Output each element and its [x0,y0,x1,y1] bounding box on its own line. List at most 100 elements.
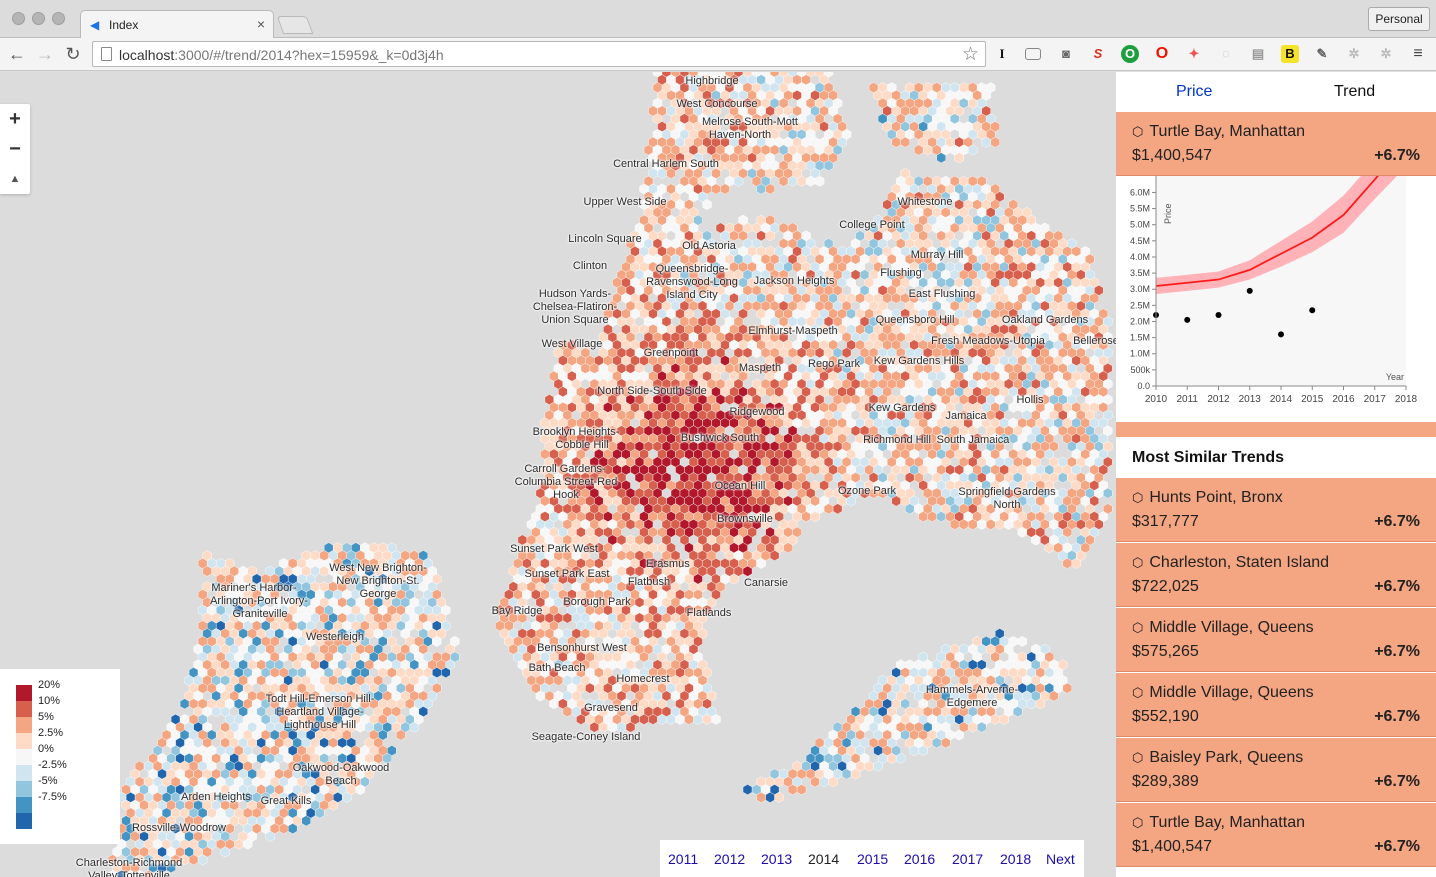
next-year-link[interactable]: Next [1046,851,1075,867]
neighborhood-label: Heartland Village- [276,706,364,718]
neighborhood-label: West New Brighton- [329,562,427,574]
green-extension-icon[interactable]: O [1121,45,1139,63]
neighborhood-label: Whitestone [897,196,953,208]
neighborhood-label: Jackson Heights [753,275,835,287]
legend-swatch [16,749,32,765]
neighborhood-label: Bensonhurst West [537,642,627,654]
window-zoom-button[interactable] [52,12,65,25]
new-tab-button[interactable] [276,16,314,34]
hex-map[interactable]: Highbridge West Concourse Melrose South-Mo… [0,72,1116,877]
bookmark-star-icon[interactable]: ☆ [962,43,979,66]
year-link[interactable]: 2014 [808,851,839,867]
y-tick-label: 500k [1130,365,1150,375]
forward-icon[interactable]: → [34,43,56,65]
year-link[interactable]: 2016 [904,851,935,867]
neighborhood-label: Fresh Meadows-Utopia [931,335,1045,347]
year-link[interactable]: 2011 [668,851,698,867]
similar-trends-heading: Most Similar Trends [1132,449,1285,466]
x-tick-label: 2013 [1239,394,1262,405]
window-close-button[interactable] [12,12,25,25]
circle-extension-icon[interactable]: ◌ [1217,45,1235,63]
neighborhood-label: Hammels-Arverne- [925,684,1019,696]
neighborhood-label: Edgemere [946,697,998,709]
neighborhood-label: Ravenswood-Long [646,276,738,288]
gear-extension-icon[interactable]: ✲ [1345,45,1363,63]
year-link[interactable]: 2012 [714,851,745,867]
pin-extension-icon[interactable]: ✎ [1313,45,1331,63]
neighborhood-label: Canarsie [743,577,789,589]
back-icon[interactable]: ← [6,43,28,65]
year-link[interactable]: 2018 [1000,851,1031,867]
neighborhood-label: Seagate-Coney Island [531,731,641,743]
s-extension-icon[interactable]: S [1089,45,1107,63]
price-point [1184,316,1191,323]
hex-cell[interactable] [1017,635,1027,647]
y-tick-label: 0.0 [1137,381,1150,391]
zoom-controls: + − ▲ [0,104,30,194]
similar-trend-card[interactable]: ⬡ Middle Village, Queens $552,190 +6.7% [1116,673,1436,737]
camera-extension-icon[interactable]: ◙ [1057,45,1075,63]
hexagon-icon: ⬡ [1132,750,1144,765]
similar-trend-card[interactable]: ⬡ Charleston, Staten Island $722,025 +6.7% [1116,543,1436,607]
neighborhood-label: Bay Ridge [491,605,543,617]
neighborhood-label: Beach [325,775,357,787]
browser-tab[interactable]: ◀ Index × [80,10,274,39]
bird-extension-icon[interactable]: ✦ [1185,45,1203,63]
opera-extension-icon[interactable]: O [1153,45,1171,63]
url-text: localhost:3000/#/trend/2014?hex=15959&_k… [119,47,444,63]
neighborhood-label: Cobble Hill [555,439,609,451]
y-axis-label: Price [1163,203,1173,224]
similar-trend-card[interactable]: ⬡ Turtle Bay, Manhattan $1,400,547 +6.7% [1116,803,1436,867]
legend-label: 20% [38,679,61,691]
sidebar: Price Trend ⬡ Turtle Bay, Manhattan $1,40… [1116,72,1436,877]
similar-trend-card[interactable]: ⬡ Baisley Park, Queens $289,389 +6.7% [1116,738,1436,802]
y-tick-label: 1.0M [1130,349,1150,359]
profile-button[interactable]: Personal [1368,7,1430,31]
year-link[interactable]: 2015 [857,851,888,867]
hexagon-icon: ⬡ [1132,685,1144,700]
zoom-in-button[interactable]: + [0,104,30,134]
legend-swatch [16,797,32,813]
settings-extension-icon[interactable]: ✲ [1377,45,1395,63]
neighborhood-label: Greenpoint [643,347,699,359]
legend-swatch [16,701,32,717]
window-extension-icon[interactable]: ▤ [1249,45,1267,63]
cast-icon[interactable] [1025,48,1041,60]
reload-icon[interactable]: ↻ [62,43,84,65]
neighborhood-label: Jamaica [945,410,987,422]
neighborhood-label: Island City [666,289,718,301]
neighborhood-label: Richmond Hill [863,434,931,446]
neighborhood-label: Oakwood-Oakwood [292,762,390,774]
neighborhood-label: Kew Gardens [868,402,936,414]
neighborhood-label: College Point [839,219,905,231]
b-extension-icon[interactable]: B [1281,45,1299,63]
compass-icon[interactable]: ▲ [0,164,30,194]
neighborhood-label: Elmhurst-Maspeth [748,325,838,337]
year-navigation: 2011 2012 2013 2014 2015 2016 2017 2018 Next [660,840,1084,877]
legend-row: -2.5% [16,759,116,781]
browser-toolbar: ← → ↻ localhost:3000/#/trend/2014?hex=15… [0,38,1436,71]
y-tick-label: 4.0M [1130,252,1150,262]
similar-trend-card[interactable]: ⬡ Hunts Point, Bronx $317,777 +6.7% [1116,478,1436,542]
neighborhood-label: North Side-South Side [597,385,707,397]
neighborhood-label: Graniteville [232,608,288,620]
tab-price[interactable]: Price [1176,83,1212,101]
hexagon-icon: ⬡ [1132,815,1144,830]
instapaper-extension-icon[interactable]: I [993,45,1011,63]
address-bar[interactable]: localhost:3000/#/trend/2014?hex=15959&_k… [92,41,986,67]
year-link[interactable]: 2017 [952,851,983,867]
hex-cell[interactable] [742,784,753,796]
neighborhood-label: Hook [553,489,579,501]
window-minimize-button[interactable] [32,12,45,25]
legend-label: 0% [38,743,54,755]
tab-close-icon[interactable]: × [257,16,265,32]
neighborhood-label: George [359,588,397,600]
tab-trend[interactable]: Trend [1334,83,1375,101]
legend-row: 2.5% [16,727,116,749]
similar-trend-card[interactable]: ⬡ Middle Village, Queens $575,265 +6.7% [1116,608,1436,672]
menu-icon[interactable]: ≡ [1409,45,1427,63]
x-tick-label: 2011 [1176,394,1198,405]
year-link[interactable]: 2013 [761,851,792,867]
sidebar-tabs: Price Trend [1116,72,1436,112]
zoom-out-button[interactable]: − [0,134,30,164]
